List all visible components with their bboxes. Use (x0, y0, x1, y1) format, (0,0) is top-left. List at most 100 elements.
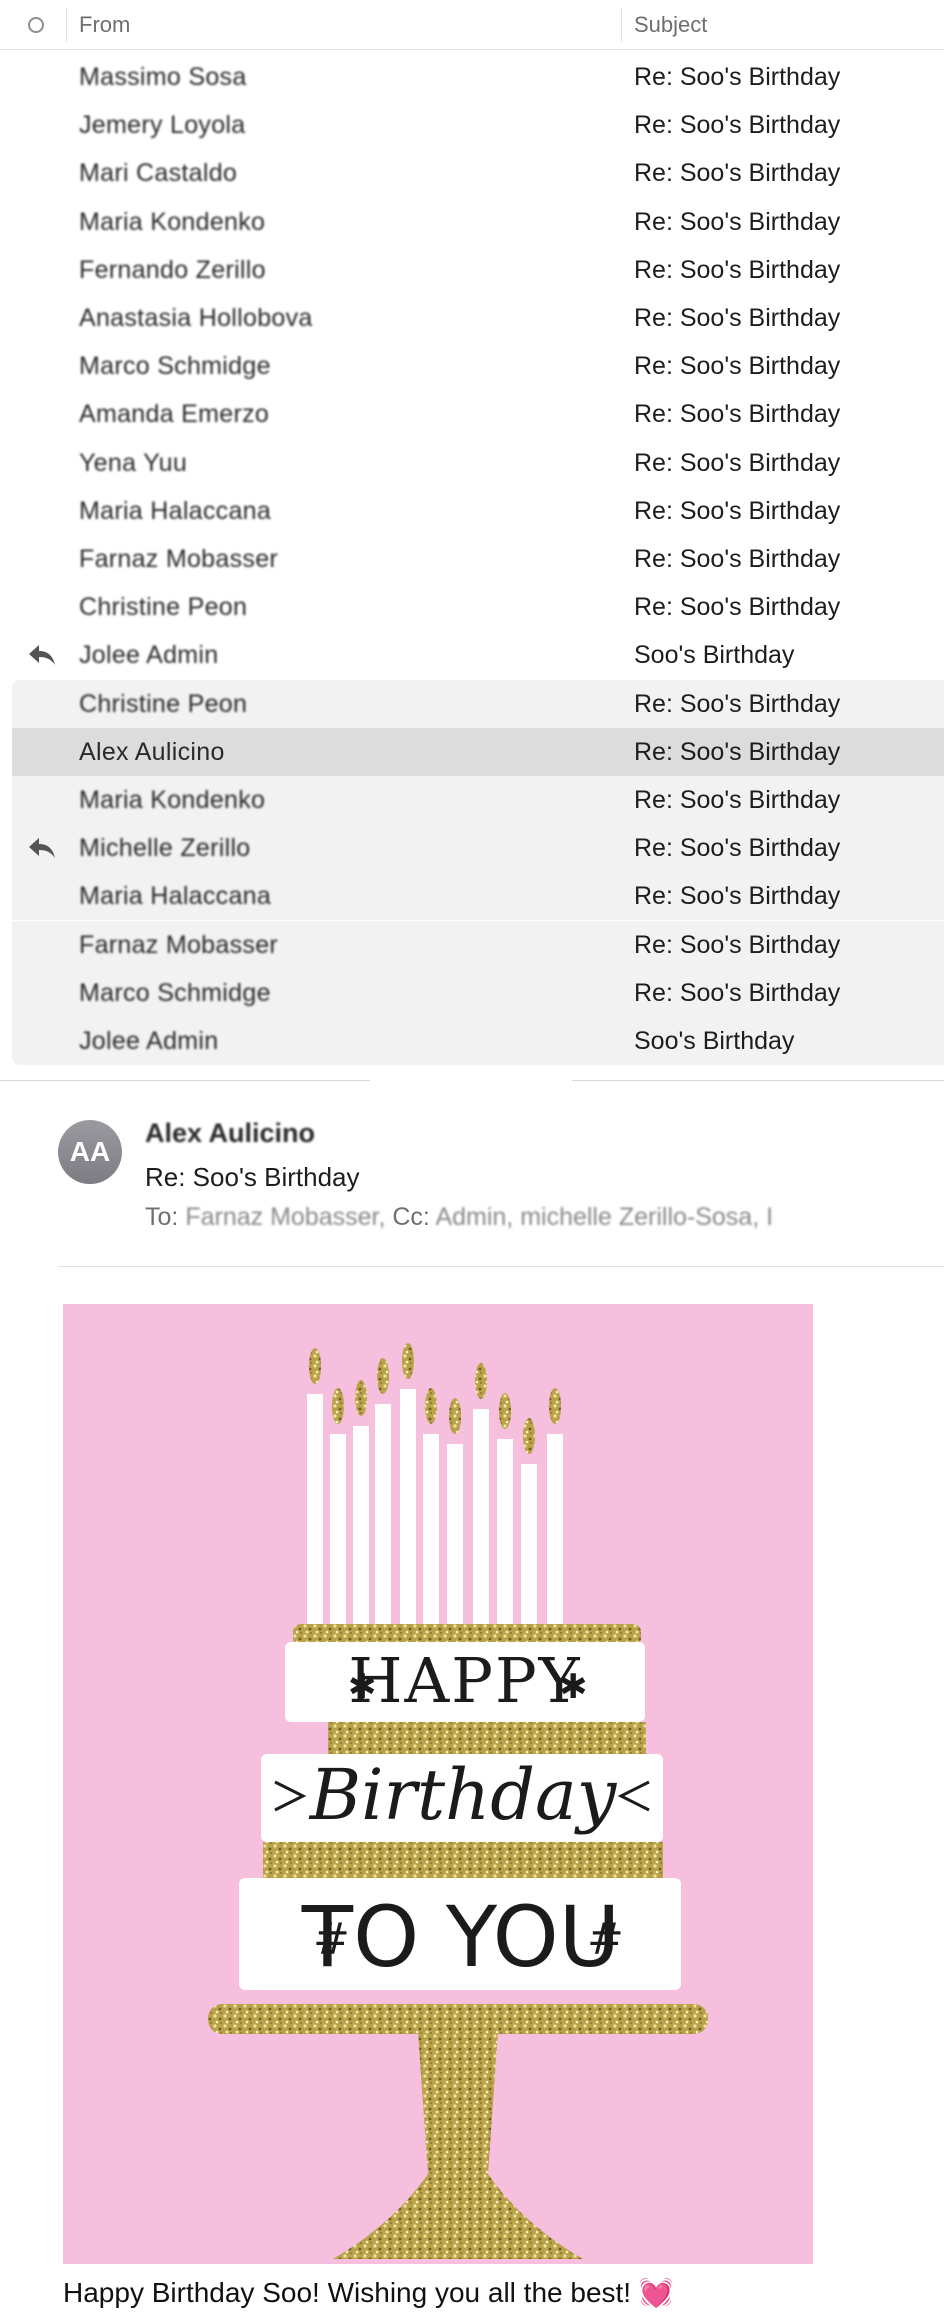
recipients-line: To: Farnaz Mobasser, Cc: Admin, michelle… (145, 1203, 773, 1232)
row-subject: Re: Soo's Birthday (634, 352, 841, 381)
message-row[interactable]: Anastasia Hollobova Re: Soo's Birthday (0, 294, 944, 342)
row-from: Massimo Sosa (79, 63, 247, 91)
sender-name[interactable]: Alex Aulicino (145, 1118, 315, 1149)
candle (473, 1409, 489, 1624)
divider (572, 1080, 944, 1081)
message-row[interactable]: Marco Schmidge Re: Soo's Birthday (0, 342, 944, 390)
candle-flame (549, 1388, 561, 1424)
row-subject: Re: Soo's Birthday (634, 545, 841, 573)
row-from: Marco Schmidge (79, 978, 271, 1007)
row-subject: Re: Soo's Birthday (634, 207, 841, 236)
message-body: Happy Birthday Soo! Wishing you all the … (63, 2276, 674, 2309)
from-column-header[interactable]: From (79, 12, 130, 38)
candle-flame (449, 1398, 461, 1434)
candle-flame (499, 1393, 511, 1429)
message-row[interactable]: Marco Schmidge Re: Soo's Birthday (12, 968, 944, 1017)
row-from: Marco Schmidge (79, 352, 271, 381)
candle-flame (332, 1388, 344, 1424)
column-separator[interactable] (66, 8, 67, 42)
message-row[interactable]: Farnaz Mobasser Re: Soo's Birthday (0, 535, 944, 583)
row-from: Christine Peon (79, 689, 248, 718)
message-row[interactable]: Maria Kondenko Re: Soo's Birthday (0, 198, 944, 246)
row-from: Amanda Emerzo (79, 400, 270, 429)
row-from: Farnaz Mobasser (79, 545, 279, 573)
row-subject: Re: Soo's Birthday (634, 786, 841, 814)
row-subject: Re: Soo's Birthday (634, 400, 841, 429)
candle-flame (523, 1418, 535, 1454)
candle (400, 1389, 416, 1624)
row-from: Maria Halaccana (79, 496, 272, 525)
candle-flame (475, 1363, 487, 1399)
message-row[interactable]: Jolee Admin Soo's Birthday (0, 631, 944, 679)
candle-flame (355, 1380, 367, 1416)
row-from: Jolee Admin (79, 1027, 219, 1055)
message-row[interactable]: Jolee Admin Soo's Birthday (12, 1017, 944, 1065)
header-divider (58, 1266, 944, 1267)
candle (353, 1426, 369, 1624)
message-row[interactable]: Maria Halaccana Re: Soo's Birthday (0, 487, 944, 535)
body-text: Happy Birthday Soo! Wishing you all the … (63, 2277, 632, 2308)
svg-text:#: # (313, 1914, 350, 1965)
row-subject: Re: Soo's Birthday (634, 496, 841, 525)
candle-flame (425, 1388, 437, 1424)
heart-emoji: 💓 (638, 2277, 674, 2308)
svg-text:✱: ✱ (348, 1667, 377, 1707)
cc-label: Cc: (392, 1203, 430, 1231)
row-subject: Re: Soo's Birthday (634, 448, 841, 477)
row-from: Michelle Zerillo (79, 834, 251, 863)
row-subject: Re: Soo's Birthday (634, 159, 841, 188)
message-row[interactable]: Mari Castaldo Re: Soo's Birthday (0, 149, 944, 197)
candle (375, 1404, 391, 1624)
candle (547, 1434, 563, 1624)
candle (307, 1394, 323, 1624)
row-from: Maria Kondenko (79, 207, 266, 236)
row-subject: Soo's Birthday (634, 641, 795, 670)
row-from: Maria Kondenko (79, 786, 266, 814)
candle (330, 1434, 346, 1624)
cc-recipients[interactable]: Admin, michelle Zerillo-Sosa, I (435, 1203, 773, 1231)
message-row[interactable]: Amanda Emerzo Re: Soo's Birthday (0, 390, 944, 438)
row-subject: Soo's Birthday (634, 1027, 795, 1055)
sender-avatar: AA (58, 1120, 122, 1184)
row-subject: Re: Soo's Birthday (634, 930, 841, 959)
row-from: Mari Castaldo (79, 159, 238, 188)
candle-flame (377, 1358, 389, 1394)
row-from: Maria Halaccana (79, 882, 272, 911)
row-subject: Re: Soo's Birthday (634, 882, 841, 911)
row-from: Alex Aulicino (79, 737, 225, 766)
card-line-happy: HAPPY (348, 1644, 581, 1717)
message-row[interactable]: Yena Yuu Re: Soo's Birthday (0, 439, 944, 487)
message-row[interactable]: Jemery Loyola Re: Soo's Birthday (0, 101, 944, 149)
message-row[interactable]: Maria Halaccana Re: Soo's Birthday (12, 872, 944, 921)
message-row[interactable]: Christine Peon Re: Soo's Birthday (12, 679, 944, 728)
subject-column-header[interactable]: Subject (634, 12, 707, 38)
column-separator[interactable] (621, 8, 622, 42)
to-recipients[interactable]: Farnaz Mobasser, (185, 1203, 385, 1231)
birthday-cake-illustration: HAPPY ✱ ✱ Birthday TO YOU # # (208, 1343, 708, 2259)
row-subject: Re: Soo's Birthday (634, 689, 841, 718)
to-label: To: (145, 1203, 179, 1231)
message-list: From Subject Massimo Sosa Re: Soo's Birth… (0, 0, 944, 1081)
row-subject: Re: Soo's Birthday (634, 978, 841, 1007)
candle (447, 1444, 463, 1624)
message-row-selected[interactable]: Alex Aulicino Re: Soo's Birthday (12, 727, 944, 776)
message-row[interactable]: Fernando Zerillo Re: Soo's Birthday (0, 246, 944, 294)
row-subject: Re: Soo's Birthday (634, 834, 841, 863)
message-row[interactable]: Farnaz Mobasser Re: Soo's Birthday (12, 920, 944, 969)
message-row[interactable]: Michelle Zerillo Re: Soo's Birthday (12, 824, 944, 873)
reply-arrow-icon (28, 643, 56, 667)
row-from: Farnaz Mobasser (79, 930, 279, 959)
message-row[interactable]: Maria Kondenko Re: Soo's Birthday (12, 776, 944, 824)
message-row[interactable]: Christine Peon Re: Soo's Birthday (0, 583, 944, 631)
message-row[interactable]: Massimo Sosa Re: Soo's Birthday (0, 53, 944, 101)
row-subject: Re: Soo's Birthday (634, 255, 841, 284)
row-subject: Re: Soo's Birthday (634, 63, 841, 91)
candles (307, 1343, 563, 1624)
status-column-icon[interactable] (28, 17, 44, 33)
candle-flame (309, 1348, 321, 1384)
row-from: Fernando Zerillo (79, 255, 266, 284)
row-from: Christine Peon (79, 593, 248, 622)
candle (521, 1464, 537, 1624)
row-subject: Re: Soo's Birthday (634, 593, 841, 622)
message-list-header: From Subject (0, 0, 944, 50)
